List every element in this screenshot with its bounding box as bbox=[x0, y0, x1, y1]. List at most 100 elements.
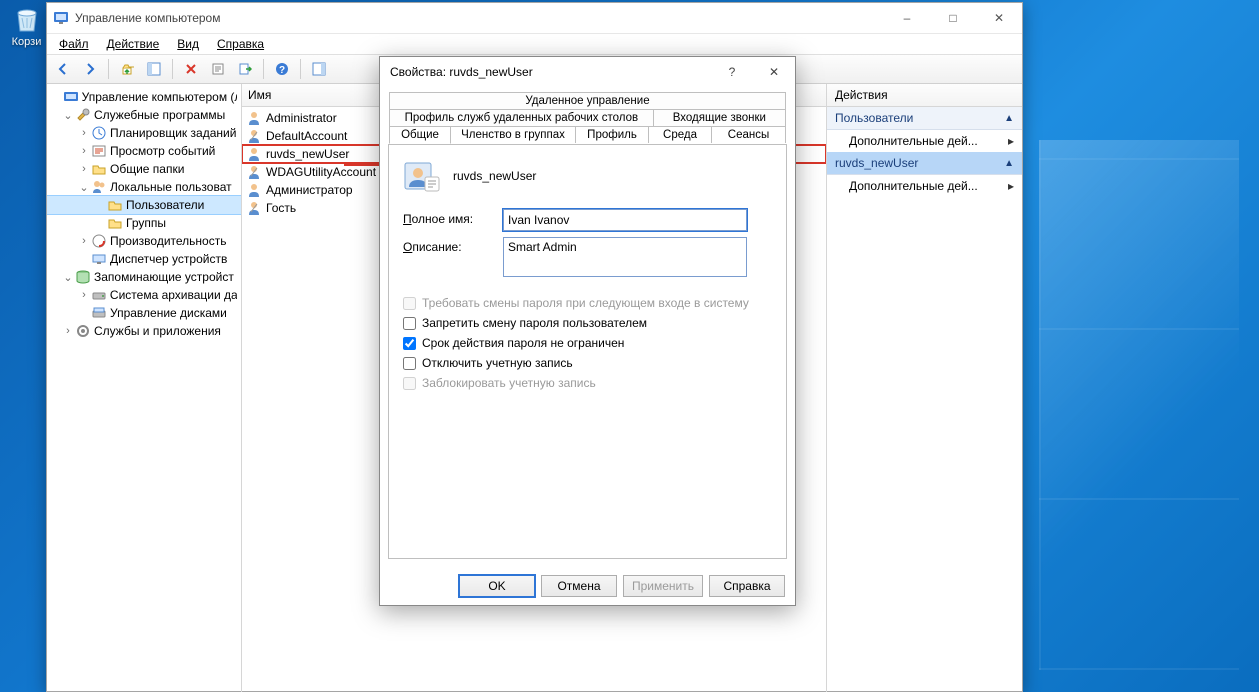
tab-general[interactable]: Общие bbox=[389, 126, 451, 144]
tab-environment[interactable]: Среда bbox=[649, 126, 712, 143]
recycle-bin-desktop-icon[interactable]: Корзи bbox=[4, 5, 49, 48]
user-large-icon bbox=[403, 157, 441, 195]
folder-icon bbox=[107, 197, 123, 213]
tab-sessions[interactable]: Сеансы bbox=[712, 126, 786, 143]
storage-icon bbox=[75, 269, 91, 285]
actions-pane: Действия Пользователи▲ Дополнительные де… bbox=[827, 84, 1022, 692]
app-icon bbox=[53, 9, 69, 28]
titlebar[interactable]: Управление компьютером – □ ✕ bbox=[47, 3, 1022, 34]
recycle-bin-icon bbox=[10, 5, 44, 35]
services-icon bbox=[75, 323, 91, 339]
help-button[interactable]: ? bbox=[270, 57, 294, 81]
nav-back-button[interactable] bbox=[51, 57, 75, 81]
check-account-disabled[interactable]: Отключить учетную запись bbox=[403, 356, 772, 370]
backup-icon bbox=[91, 287, 107, 303]
help-button[interactable]: Справка bbox=[709, 575, 785, 597]
dialog-titlebar[interactable]: Свойства: ruvds_newUser ? ✕ bbox=[380, 57, 795, 87]
check-password-never-expires[interactable]: Срок действия пароля не ограничен bbox=[403, 336, 772, 350]
tabs: Удаленное управление Профиль служб удале… bbox=[388, 91, 787, 144]
tab-remote-management[interactable]: Удаленное управление bbox=[389, 92, 786, 109]
tools-icon bbox=[75, 107, 91, 123]
close-button[interactable]: ✕ bbox=[976, 3, 1022, 33]
properties-button[interactable] bbox=[206, 57, 230, 81]
users-icon bbox=[91, 179, 107, 195]
actions-more-users[interactable]: Дополнительные дей...▸ bbox=[827, 130, 1022, 152]
shared-folder-icon bbox=[91, 161, 107, 177]
tree-localusers[interactable]: ⌄Локальные пользоват bbox=[47, 178, 241, 196]
tree-backup[interactable]: ›Система архивации да bbox=[47, 286, 241, 304]
actions-pane-button[interactable] bbox=[307, 57, 331, 81]
tree-services[interactable]: ›Службы и приложения bbox=[47, 322, 241, 340]
apply-button[interactable]: Применить bbox=[623, 575, 703, 597]
computer-icon bbox=[63, 89, 79, 105]
user-icon bbox=[246, 128, 262, 144]
ok-button[interactable]: OK bbox=[459, 575, 535, 597]
user-properties-dialog: Свойства: ruvds_newUser ? ✕ Удаленное уп… bbox=[379, 56, 796, 606]
disk-icon bbox=[91, 305, 107, 321]
menu-bar: Файл Действие Вид Справка bbox=[47, 34, 1022, 54]
tree-diskmgr[interactable]: Управление дисками bbox=[47, 304, 241, 322]
label-description: Описание: bbox=[403, 237, 503, 254]
minimize-button[interactable]: – bbox=[884, 3, 930, 33]
tab-membership[interactable]: Членство в группах bbox=[451, 126, 576, 143]
navigation-tree[interactable]: Управление компьютером (л ⌄Служебные про… bbox=[47, 84, 242, 692]
chevron-right-icon: ▸ bbox=[1008, 179, 1014, 193]
dialog-username: ruvds_newUser bbox=[453, 169, 536, 183]
chevron-right-icon: ▸ bbox=[1008, 134, 1014, 148]
dialog-button-row: OK Отмена Применить Справка bbox=[380, 567, 795, 605]
device-icon bbox=[91, 251, 107, 267]
user-icon bbox=[246, 182, 262, 198]
check-must-change-password: Требовать смены пароля при следующем вхо… bbox=[403, 296, 772, 310]
label-fullname: Полное имя: bbox=[403, 209, 503, 226]
input-description[interactable] bbox=[503, 237, 747, 277]
tree-groups[interactable]: Группы bbox=[47, 214, 241, 232]
check-cannot-change-password[interactable]: Запретить смену пароля пользователем bbox=[403, 316, 772, 330]
delete-button[interactable] bbox=[179, 57, 203, 81]
menu-help[interactable]: Справка bbox=[209, 35, 272, 53]
show-hide-tree-button[interactable] bbox=[142, 57, 166, 81]
export-button[interactable] bbox=[233, 57, 257, 81]
menu-view[interactable]: Вид bbox=[169, 35, 207, 53]
perf-icon bbox=[91, 233, 107, 249]
tree-devmgr[interactable]: Диспетчер устройств bbox=[47, 250, 241, 268]
folder-icon bbox=[107, 215, 123, 231]
tree-sharedfolders[interactable]: ›Общие папки bbox=[47, 160, 241, 178]
user-icon bbox=[246, 146, 262, 162]
tree-storage[interactable]: ⌄Запоминающие устройст bbox=[47, 268, 241, 286]
maximize-button[interactable]: □ bbox=[930, 3, 976, 33]
dialog-help-button[interactable]: ? bbox=[711, 57, 753, 87]
tree-root[interactable]: Управление компьютером (л bbox=[47, 88, 241, 106]
tab-profile[interactable]: Профиль bbox=[576, 126, 649, 143]
clock-icon bbox=[91, 125, 107, 141]
tree-users[interactable]: Пользователи bbox=[47, 196, 241, 214]
input-fullname[interactable] bbox=[503, 209, 747, 231]
recycle-bin-label: Корзи bbox=[4, 36, 49, 48]
dialog-close-button[interactable]: ✕ bbox=[753, 57, 795, 87]
collapse-icon: ▲ bbox=[1004, 113, 1014, 124]
tab-incoming-calls[interactable]: Входящие звонки bbox=[654, 109, 786, 126]
tab-rd-profile[interactable]: Профиль служб удаленных рабочих столов bbox=[389, 109, 654, 126]
window-title: Управление компьютером bbox=[75, 11, 884, 25]
user-icon bbox=[246, 164, 262, 180]
tree-perf[interactable]: ›Производительность bbox=[47, 232, 241, 250]
nav-up-button[interactable] bbox=[115, 57, 139, 81]
collapse-icon: ▲ bbox=[1004, 158, 1014, 169]
actions-section-user[interactable]: ruvds_newUser▲ bbox=[827, 152, 1022, 175]
menu-action[interactable]: Действие bbox=[99, 35, 168, 53]
tree-utilities[interactable]: ⌄Служебные программы bbox=[47, 106, 241, 124]
check-account-locked: Заблокировать учетную запись bbox=[403, 376, 772, 390]
nav-forward-button[interactable] bbox=[78, 57, 102, 81]
svg-text:?: ? bbox=[279, 65, 285, 76]
tab-page-general: ruvds_newUser Полное имя: Описание: Треб… bbox=[388, 144, 787, 559]
tree-scheduler[interactable]: ›Планировщик заданий bbox=[47, 124, 241, 142]
tree-eventviewer[interactable]: ›Просмотр событий bbox=[47, 142, 241, 160]
user-icon bbox=[246, 110, 262, 126]
user-icon bbox=[246, 200, 262, 216]
actions-header: Действия bbox=[827, 84, 1022, 107]
cancel-button[interactable]: Отмена bbox=[541, 575, 617, 597]
event-icon bbox=[91, 143, 107, 159]
actions-section-users[interactable]: Пользователи▲ bbox=[827, 107, 1022, 130]
dialog-title: Свойства: ruvds_newUser bbox=[390, 65, 711, 79]
menu-file[interactable]: Файл bbox=[51, 35, 97, 53]
actions-more-user[interactable]: Дополнительные дей...▸ bbox=[827, 175, 1022, 197]
